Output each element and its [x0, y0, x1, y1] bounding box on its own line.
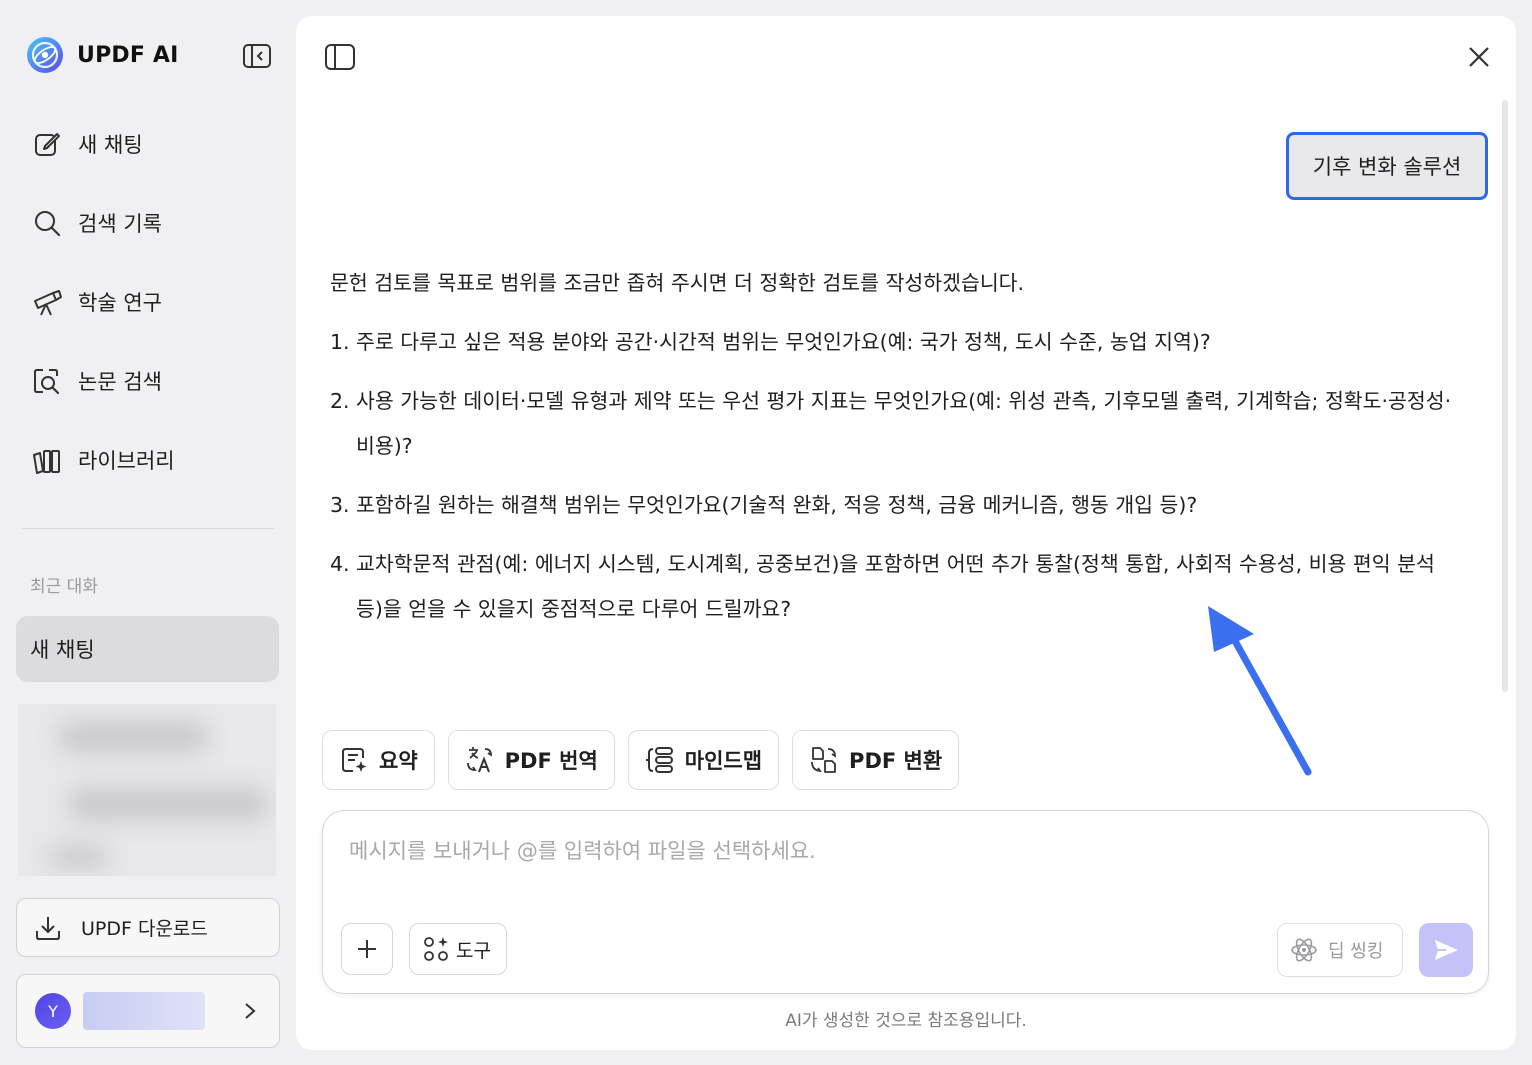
- list-item-number: 3.: [330, 493, 350, 517]
- download-updf-button[interactable]: UPDF 다운로드: [16, 898, 280, 957]
- tool-label: 요약: [379, 749, 418, 773]
- list-item-text: 사용 가능한 데이터·모델 유형과 제약 또는 우선 평가 지표는 무엇인가요(…: [356, 389, 1452, 458]
- message-input[interactable]: [349, 839, 1449, 863]
- collapse-sidebar-icon[interactable]: [242, 42, 272, 70]
- avatar: Y: [35, 993, 71, 1029]
- telescope-icon: [30, 285, 64, 319]
- chevron-right-icon: [245, 1003, 256, 1019]
- list-item: 2. 사용 가능한 데이터·모델 유형과 제약 또는 우선 평가 지표는 무엇인가…: [330, 379, 1460, 469]
- logo: UPDF AI: [26, 36, 179, 74]
- list-item-number: 4.: [330, 552, 350, 576]
- ai-response-intro: 문헌 검토를 목표로 범위를 조금만 좁혀 주시면 더 정확한 검토를 작성하겠…: [330, 271, 1025, 295]
- sidebar-item-label: 학술 연구: [78, 291, 162, 315]
- blurred-history-list: [18, 704, 276, 876]
- send-button[interactable]: [1419, 923, 1473, 977]
- tool-label: 마인드맵: [684, 749, 763, 773]
- sidebar-item-search-history[interactable]: 검색 기록: [30, 203, 175, 243]
- sidebar-item-academic-research[interactable]: 학술 연구: [30, 282, 175, 322]
- sidebar-item-library[interactable]: 라이브러리: [30, 440, 175, 480]
- sidebar-item-label: 라이브러리: [78, 449, 175, 473]
- sidebar-item-paper-search[interactable]: 논문 검색: [30, 361, 175, 401]
- summary-icon: [339, 745, 369, 775]
- download-label: UPDF 다운로드: [81, 918, 208, 940]
- translate-icon: [465, 745, 495, 775]
- pdf-convert-button[interactable]: PDF 변환: [792, 730, 960, 790]
- panel-toggle-icon[interactable]: [324, 42, 356, 72]
- user-profile[interactable]: Y: [16, 974, 280, 1048]
- download-icon: [36, 916, 60, 940]
- plus-icon: [358, 940, 376, 958]
- sidebar: UPDF AI 새 채팅 검색 기록 학술 연구 논문 검색 라이브러리 최근 …: [0, 0, 296, 1065]
- deep-thinking-toggle[interactable]: 딥 씽킹: [1277, 923, 1403, 977]
- annotation-arrow-icon: [1208, 606, 1312, 776]
- chat-panel: 기후 변화 솔루션 문헌 검토를 목표로 범위를 조금만 좁혀 주시면 더 정확…: [296, 16, 1516, 1050]
- tools-button[interactable]: 도구: [409, 923, 507, 975]
- library-icon: [30, 443, 64, 477]
- sidebar-item-new-chat[interactable]: 새 채팅: [30, 124, 175, 164]
- user-name-redacted: [83, 992, 205, 1030]
- user-message-bubble: 기후 변화 솔루션: [1286, 132, 1488, 200]
- tool-label: PDF 변환: [849, 749, 943, 773]
- recent-chat-item[interactable]: 새 채팅: [16, 616, 279, 682]
- list-item: 1. 주로 다루고 싶은 적용 분야와 공간·시간적 범위는 무엇인가요(예: 국…: [330, 320, 1460, 365]
- scrollbar[interactable]: [1502, 100, 1508, 692]
- app-title: UPDF AI: [77, 42, 179, 68]
- search-icon: [30, 206, 64, 240]
- recent-chats-title: 최근 대화: [30, 577, 98, 597]
- ai-response-list: 1. 주로 다루고 싶은 적용 분야와 공간·시간적 범위는 무엇인가요(예: 국…: [330, 320, 1460, 632]
- list-item-text: 주로 다루고 싶은 적용 분야와 공간·시간적 범위는 무엇인가요(예: 국가 …: [356, 330, 1211, 354]
- sidebar-nav: 새 채팅 검색 기록 학술 연구 논문 검색 라이브러리: [30, 124, 175, 519]
- tool-label: PDF 번역: [504, 749, 598, 773]
- send-icon: [1435, 940, 1458, 960]
- summary-button[interactable]: 요약: [322, 730, 435, 790]
- convert-icon: [809, 745, 839, 775]
- tools-label: 도구: [456, 939, 491, 962]
- sidebar-item-label: 새 채팅: [78, 133, 143, 157]
- list-item-text: 포함하길 원하는 해결책 범위는 무엇인가요(기술적 완화, 적응 정책, 금융…: [356, 493, 1198, 517]
- tools-grid-icon: [424, 937, 448, 961]
- sidebar-item-label: 논문 검색: [78, 370, 162, 394]
- sidebar-item-label: 검색 기록: [78, 212, 162, 236]
- sidebar-divider: [22, 528, 274, 529]
- deep-thinking-label: 딥 씽킹: [1328, 941, 1384, 962]
- ai-disclaimer: AI가 생성한 것으로 참조용입니다.: [785, 1011, 1027, 1031]
- list-item-number: 2.: [330, 389, 350, 413]
- close-icon[interactable]: [1466, 44, 1492, 70]
- message-composer: 도구 딥 씽킹: [322, 810, 1489, 994]
- ai-response: 문헌 검토를 목표로 범위를 조금만 좁혀 주시면 더 정확한 검토를 작성하겠…: [330, 261, 1460, 646]
- paper-search-icon: [30, 364, 64, 398]
- list-item: 3. 포함하길 원하는 해결책 범위는 무엇인가요(기술적 완화, 적응 정책, …: [330, 483, 1460, 528]
- attach-button[interactable]: [341, 923, 393, 975]
- atom-icon: [1291, 938, 1317, 962]
- list-item-number: 1.: [330, 330, 350, 354]
- mindmap-icon: [645, 745, 675, 775]
- updf-logo-icon: [27, 37, 63, 73]
- app-window: UPDF AI 새 채팅 검색 기록 학술 연구 논문 검색 라이브러리 최근 …: [0, 0, 1532, 1065]
- quick-tools: 요약 PDF 번역 마인드맵 PDF 변환: [322, 730, 972, 790]
- pdf-translate-button[interactable]: PDF 번역: [447, 730, 615, 790]
- edit-icon: [30, 127, 64, 161]
- mindmap-button[interactable]: 마인드맵: [627, 730, 780, 790]
